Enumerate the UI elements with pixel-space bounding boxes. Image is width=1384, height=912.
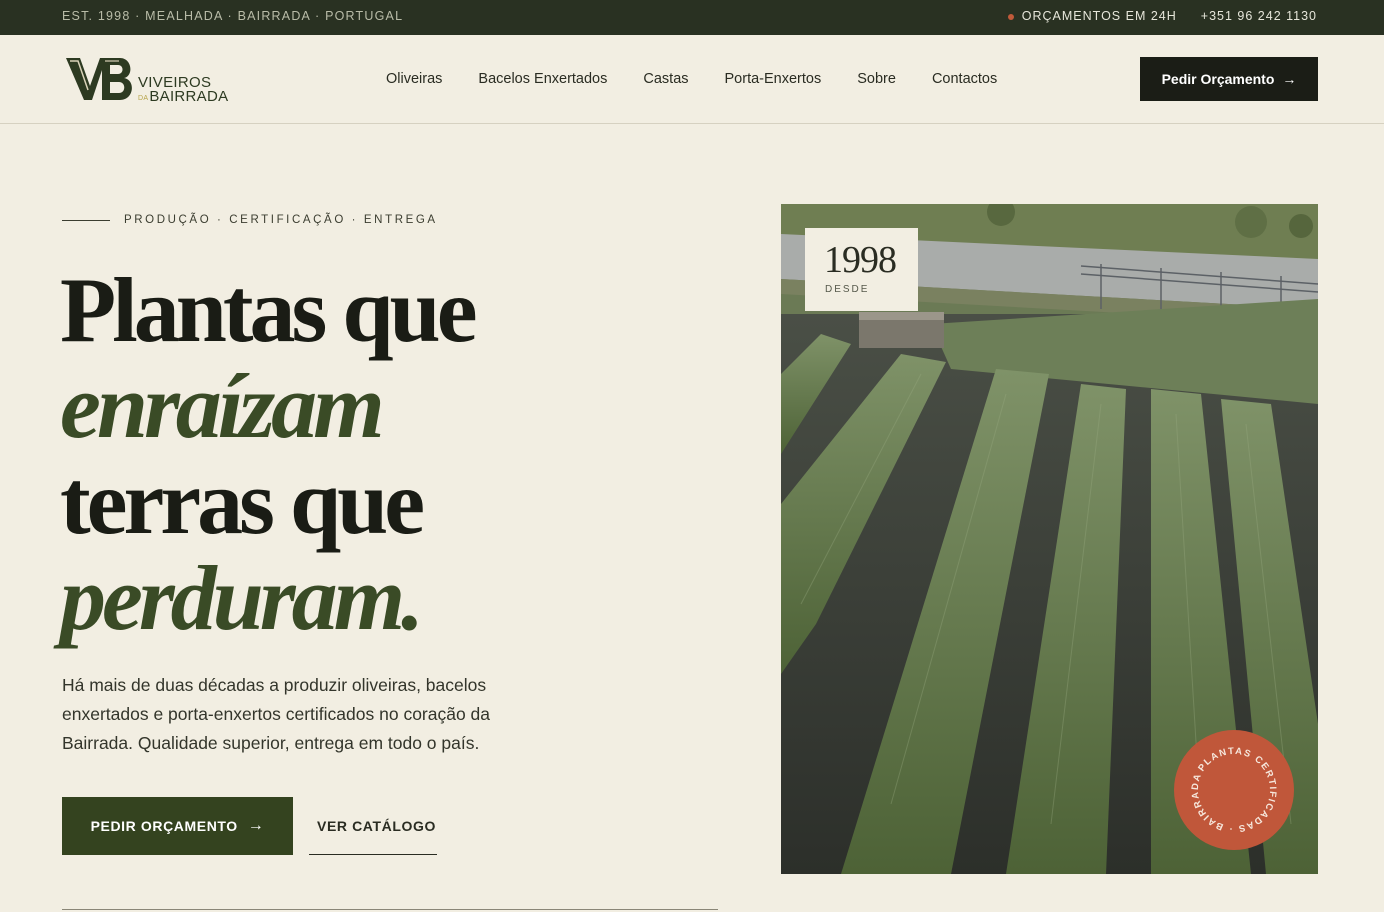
brand-name-bairrada: BAIRRADA (149, 88, 229, 105)
nav-item-bacelos-enxertados[interactable]: Bacelos Enxertados (478, 71, 607, 87)
headline-line-4: perduram. (60, 547, 424, 649)
since-year-card: 1998 DESDE (805, 228, 918, 311)
eyebrow-rule (62, 219, 110, 221)
arrow-right-icon: → (1282, 71, 1297, 87)
nav-item-contactos[interactable]: Contactos (932, 71, 997, 87)
main-nav: Oliveiras Bacelos Enxertados Castas Port… (386, 35, 1033, 123)
headline-line-2: enraízam (60, 355, 385, 457)
since-year: 1998 (824, 239, 897, 281)
brand-name-da: DA (138, 95, 149, 102)
since-label: DESDE (825, 284, 870, 295)
topbar-right: ORÇAMENTOS EM 24H +351 96 242 1130 (1007, 0, 1317, 33)
nav-item-oliveiras[interactable]: Oliveiras (386, 71, 442, 87)
hero-lead: Há mais de duas décadas a produzir olive… (62, 675, 491, 753)
brand-logo[interactable]: VIVEIROS DABAIRRADA (62, 54, 232, 105)
section-divider (62, 909, 718, 910)
hero-eyebrow: PRODUÇÃO · CERTIFICAÇÃO · ENTREGA (62, 214, 438, 226)
circular-badge-text: PLANTAS CERTIFICADAS · BAIRRADA · (1174, 730, 1294, 850)
vb-monogram-icon (66, 58, 132, 100)
headline-line-1: Plantas que (60, 259, 478, 361)
svg-text:PLANTAS CERTIFICADAS · BAIRRAD: PLANTAS CERTIFICADAS · BAIRRADA · (1174, 730, 1294, 850)
certified-plants-badge: PLANTAS CERTIFICADAS · BAIRRADA · (1174, 730, 1294, 850)
request-quote-button[interactable]: Pedir Orçamento → (1140, 57, 1318, 101)
hero-headline: Plantas que enraízam terras que perduram… (60, 259, 478, 649)
phone-link[interactable]: +351 96 242 1130 (1201, 0, 1317, 33)
view-catalog-link[interactable]: VER CATÁLOGO (309, 797, 437, 855)
status-dot-icon (1007, 13, 1014, 20)
nav-item-porta-enxertos[interactable]: Porta-Enxertos (725, 71, 822, 87)
hero-request-quote-button[interactable]: PEDIR ORÇAMENTO → (62, 797, 293, 855)
quote-notice: ORÇAMENTOS EM 24H (1021, 9, 1177, 23)
site-header: VIVEIROS DABAIRRADA Oliveiras Bacelos En… (0, 35, 1384, 124)
nav-item-sobre[interactable]: Sobre (857, 71, 896, 87)
badge-text: PLANTAS CERTIFICADAS · BAIRRADA · (1174, 730, 1294, 850)
topbar-tagline: EST. 1998 · MEALHADA · BAIRRADA · PORTUG… (62, 9, 404, 23)
eyebrow-text: PRODUÇÃO · CERTIFICAÇÃO · ENTREGA (124, 214, 438, 226)
headline-line-3: terras que (60, 451, 425, 553)
nav-item-castas[interactable]: Castas (643, 71, 688, 87)
arrow-right-icon: → (247, 817, 265, 834)
top-bar: EST. 1998 · MEALHADA · BAIRRADA · PORTUG… (0, 0, 1384, 35)
hero-request-quote-label: PEDIR ORÇAMENTO (90, 818, 238, 834)
request-quote-label: Pedir Orçamento (1161, 71, 1275, 87)
brand-name-line2: DABAIRRADA (138, 88, 228, 105)
